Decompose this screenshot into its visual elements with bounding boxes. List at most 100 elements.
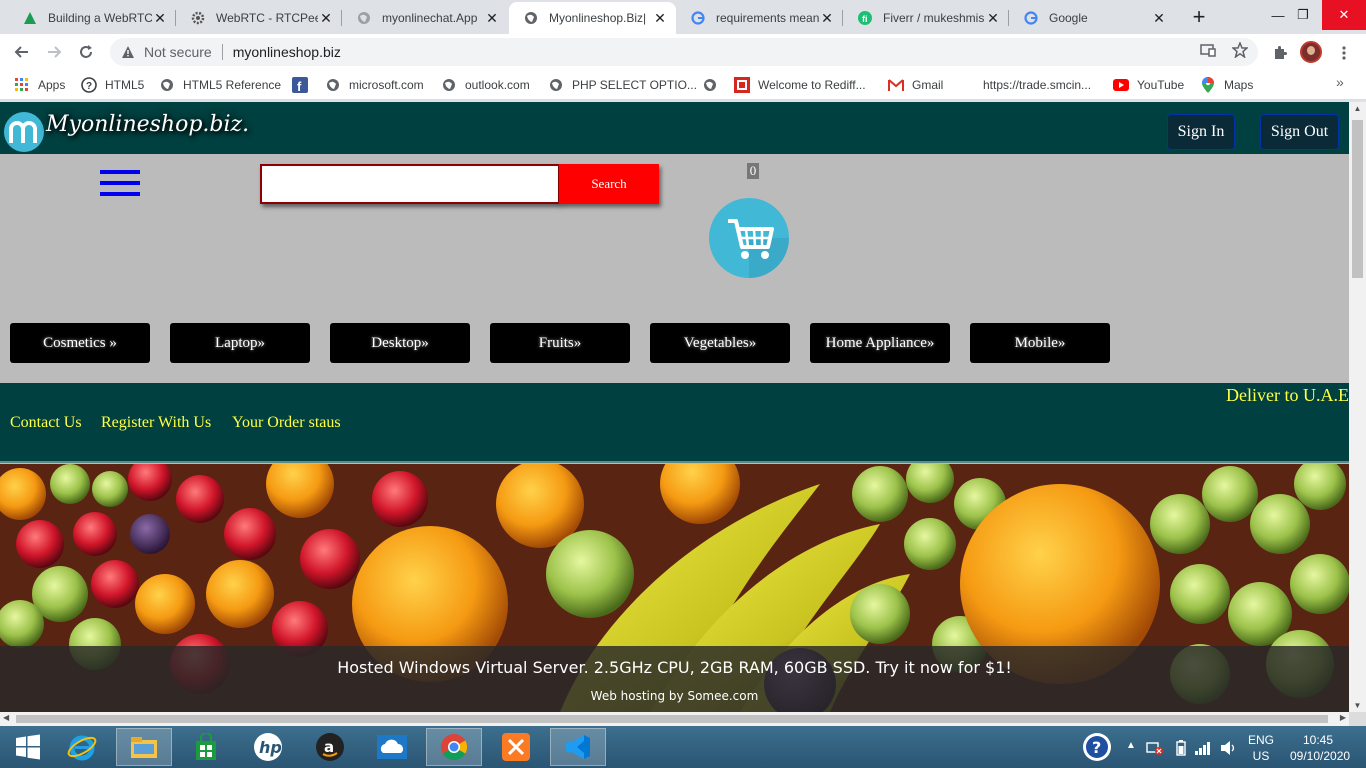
horizontal-scrollbar[interactable]: ◀ ▶ xyxy=(0,712,1349,726)
bookmark-label: Maps xyxy=(1224,78,1254,92)
extensions-puzzle-icon[interactable] xyxy=(1270,43,1290,63)
cast-icon[interactable] xyxy=(1198,40,1218,60)
bookmark-untitled[interactable] xyxy=(702,76,726,94)
bookmark-gmail[interactable]: Gmail xyxy=(888,76,943,94)
bookmark-label: https://trade.smcin... xyxy=(983,78,1092,92)
close-icon[interactable]: ✕ xyxy=(484,10,500,27)
ad-subline[interactable]: Web hosting by Somee.com xyxy=(0,689,1349,703)
search-button[interactable]: Search xyxy=(559,164,659,204)
forward-button[interactable] xyxy=(42,40,66,64)
internet-explorer-icon[interactable] xyxy=(54,728,110,766)
profile-avatar[interactable] xyxy=(1300,41,1322,63)
svg-text:a: a xyxy=(324,738,334,756)
restore-button[interactable]: ❐ xyxy=(1281,0,1325,30)
tab-title: Google xyxy=(1049,11,1088,25)
shopping-cart-icon[interactable] xyxy=(708,197,790,279)
new-tab-button[interactable]: + xyxy=(1186,6,1212,28)
bookmark-facebook[interactable]: f xyxy=(292,76,316,94)
chrome-icon[interactable] xyxy=(426,728,482,766)
network-disconnected-icon[interactable] xyxy=(1146,740,1164,759)
browser-toolbar: Not secure myonlineshop.biz xyxy=(0,34,1366,70)
logo-icon[interactable] xyxy=(4,112,44,152)
scroll-right-arrow-icon[interactable]: ▶ xyxy=(1340,713,1346,722)
hp-icon[interactable]: hp xyxy=(240,728,296,766)
bookmark-label: Gmail xyxy=(912,78,944,92)
file-explorer-icon[interactable] xyxy=(116,728,172,766)
bookmark-star-icon[interactable] xyxy=(1230,40,1250,60)
amazon-icon[interactable]: a xyxy=(302,728,358,766)
menu-kebab-icon[interactable] xyxy=(1334,43,1354,63)
url-text[interactable]: myonlineshop.biz xyxy=(233,44,341,60)
warning-icon[interactable] xyxy=(120,44,136,60)
bookmarks-overflow-button[interactable]: » xyxy=(1336,74,1344,90)
close-icon[interactable]: ✕ xyxy=(318,10,334,27)
category-cosmetics[interactable]: Cosmetics » xyxy=(10,323,150,363)
volume-icon[interactable] xyxy=(1220,740,1238,759)
scroll-thumb[interactable] xyxy=(16,715,1328,723)
scroll-up-arrow-icon[interactable]: ▲ xyxy=(1349,104,1366,113)
bookmark-youtube[interactable]: YouTube xyxy=(1113,76,1184,94)
sign-in-button[interactable]: Sign In xyxy=(1167,114,1235,150)
start-icon[interactable] xyxy=(0,728,56,766)
register-link[interactable]: Register With Us xyxy=(101,414,211,432)
vscode-icon[interactable] xyxy=(550,728,606,766)
site-logo-text[interactable]: Myonlineshop.biz. xyxy=(46,112,249,137)
globe-icon xyxy=(325,77,341,93)
tab-fiverr[interactable]: fi Fiverr / mukeshmis ✕ xyxy=(843,2,1009,34)
address-bar[interactable]: Not secure myonlineshop.biz xyxy=(110,38,1258,66)
bookmark-trade-smc[interactable]: https://trade.smcin... xyxy=(983,76,1091,94)
order-status-link[interactable]: Your Order staus xyxy=(232,414,341,432)
contact-us-link[interactable]: Contact Us xyxy=(10,414,82,432)
ad-headline[interactable]: Hosted Windows Virtual Server. 2.5GHz CP… xyxy=(0,658,1349,677)
reload-button[interactable] xyxy=(74,40,98,64)
category-fruits[interactable]: Fruits» xyxy=(490,323,630,363)
bookmark-microsoft[interactable]: microsoft.com xyxy=(325,76,424,94)
store-icon[interactable] xyxy=(178,728,234,766)
bookmark-html5-reference[interactable]: HTML5 Reference xyxy=(159,76,281,94)
bookmark-php-select[interactable]: PHP SELECT OPTIO... xyxy=(548,76,697,94)
sign-out-button[interactable]: Sign Out xyxy=(1260,114,1339,150)
tab-webrtc-rtcpeer[interactable]: WebRTC - RTCPeer ✕ xyxy=(176,2,342,34)
bookmark-label: YouTube xyxy=(1137,78,1185,92)
xampp-icon[interactable] xyxy=(488,728,544,766)
hosting-ad-bar[interactable]: Hosted Windows Virtual Server. 2.5GHz CP… xyxy=(0,646,1349,712)
scroll-down-arrow-icon[interactable]: ▼ xyxy=(1349,701,1366,710)
close-window-button[interactable]: ✕ xyxy=(1322,0,1366,30)
hamburger-menu-icon[interactable] xyxy=(100,170,140,200)
search-input[interactable] xyxy=(260,164,560,204)
bookmark-apps[interactable]: Apps xyxy=(14,76,65,94)
bookmark-rediff[interactable]: Welcome to Rediff... xyxy=(734,76,866,94)
back-button[interactable] xyxy=(10,40,34,64)
close-icon[interactable]: ✕ xyxy=(152,10,168,27)
scroll-thumb[interactable] xyxy=(1352,120,1363,278)
category-desktop[interactable]: Desktop» xyxy=(330,323,470,363)
bookmark-label: HTML5 Reference xyxy=(183,78,282,92)
category-mobile[interactable]: Mobile» xyxy=(970,323,1110,363)
close-icon[interactable]: ✕ xyxy=(652,10,668,27)
rediff-icon xyxy=(734,77,750,93)
battery-icon[interactable] xyxy=(1176,740,1186,759)
bookmark-outlook[interactable]: outlook.com xyxy=(441,76,530,94)
tab-building-webrtc[interactable]: Building a WebRTC ✕ xyxy=(8,2,176,34)
security-label[interactable]: Not secure xyxy=(144,44,212,60)
tab-requirements[interactable]: requirements mean ✕ xyxy=(676,2,843,34)
vertical-scrollbar[interactable]: ▲ ▼ xyxy=(1349,102,1366,712)
tab-google[interactable]: Google ✕ xyxy=(1009,2,1175,34)
wifi-signal-icon[interactable] xyxy=(1194,740,1212,759)
close-icon[interactable]: ✕ xyxy=(1151,10,1167,27)
onedrive-icon[interactable] xyxy=(364,728,420,766)
scroll-left-arrow-icon[interactable]: ◀ xyxy=(3,713,9,722)
category-vegetables[interactable]: Vegetables» xyxy=(650,323,790,363)
category-home-appliance[interactable]: Home Appliance» xyxy=(810,323,950,363)
category-laptop[interactable]: Laptop» xyxy=(170,323,310,363)
tab-myonlineshop[interactable]: Myonlineshop.Biz| ✕ xyxy=(509,2,676,34)
help-icon[interactable]: ? xyxy=(1082,732,1112,765)
tab-myonlinechat[interactable]: myonlinechat.App ✕ xyxy=(342,2,508,34)
bookmark-maps[interactable]: Maps xyxy=(1200,76,1253,94)
language-indicator[interactable]: ENG US xyxy=(1248,732,1274,764)
system-clock[interactable]: 10:45 09/10/2020 xyxy=(1290,732,1350,764)
close-icon[interactable]: ✕ xyxy=(819,10,835,27)
bookmark-html5[interactable]: ? HTML5 xyxy=(81,76,144,94)
show-hidden-icons-icon[interactable]: ▲ xyxy=(1126,740,1136,751)
close-icon[interactable]: ✕ xyxy=(985,10,1001,27)
